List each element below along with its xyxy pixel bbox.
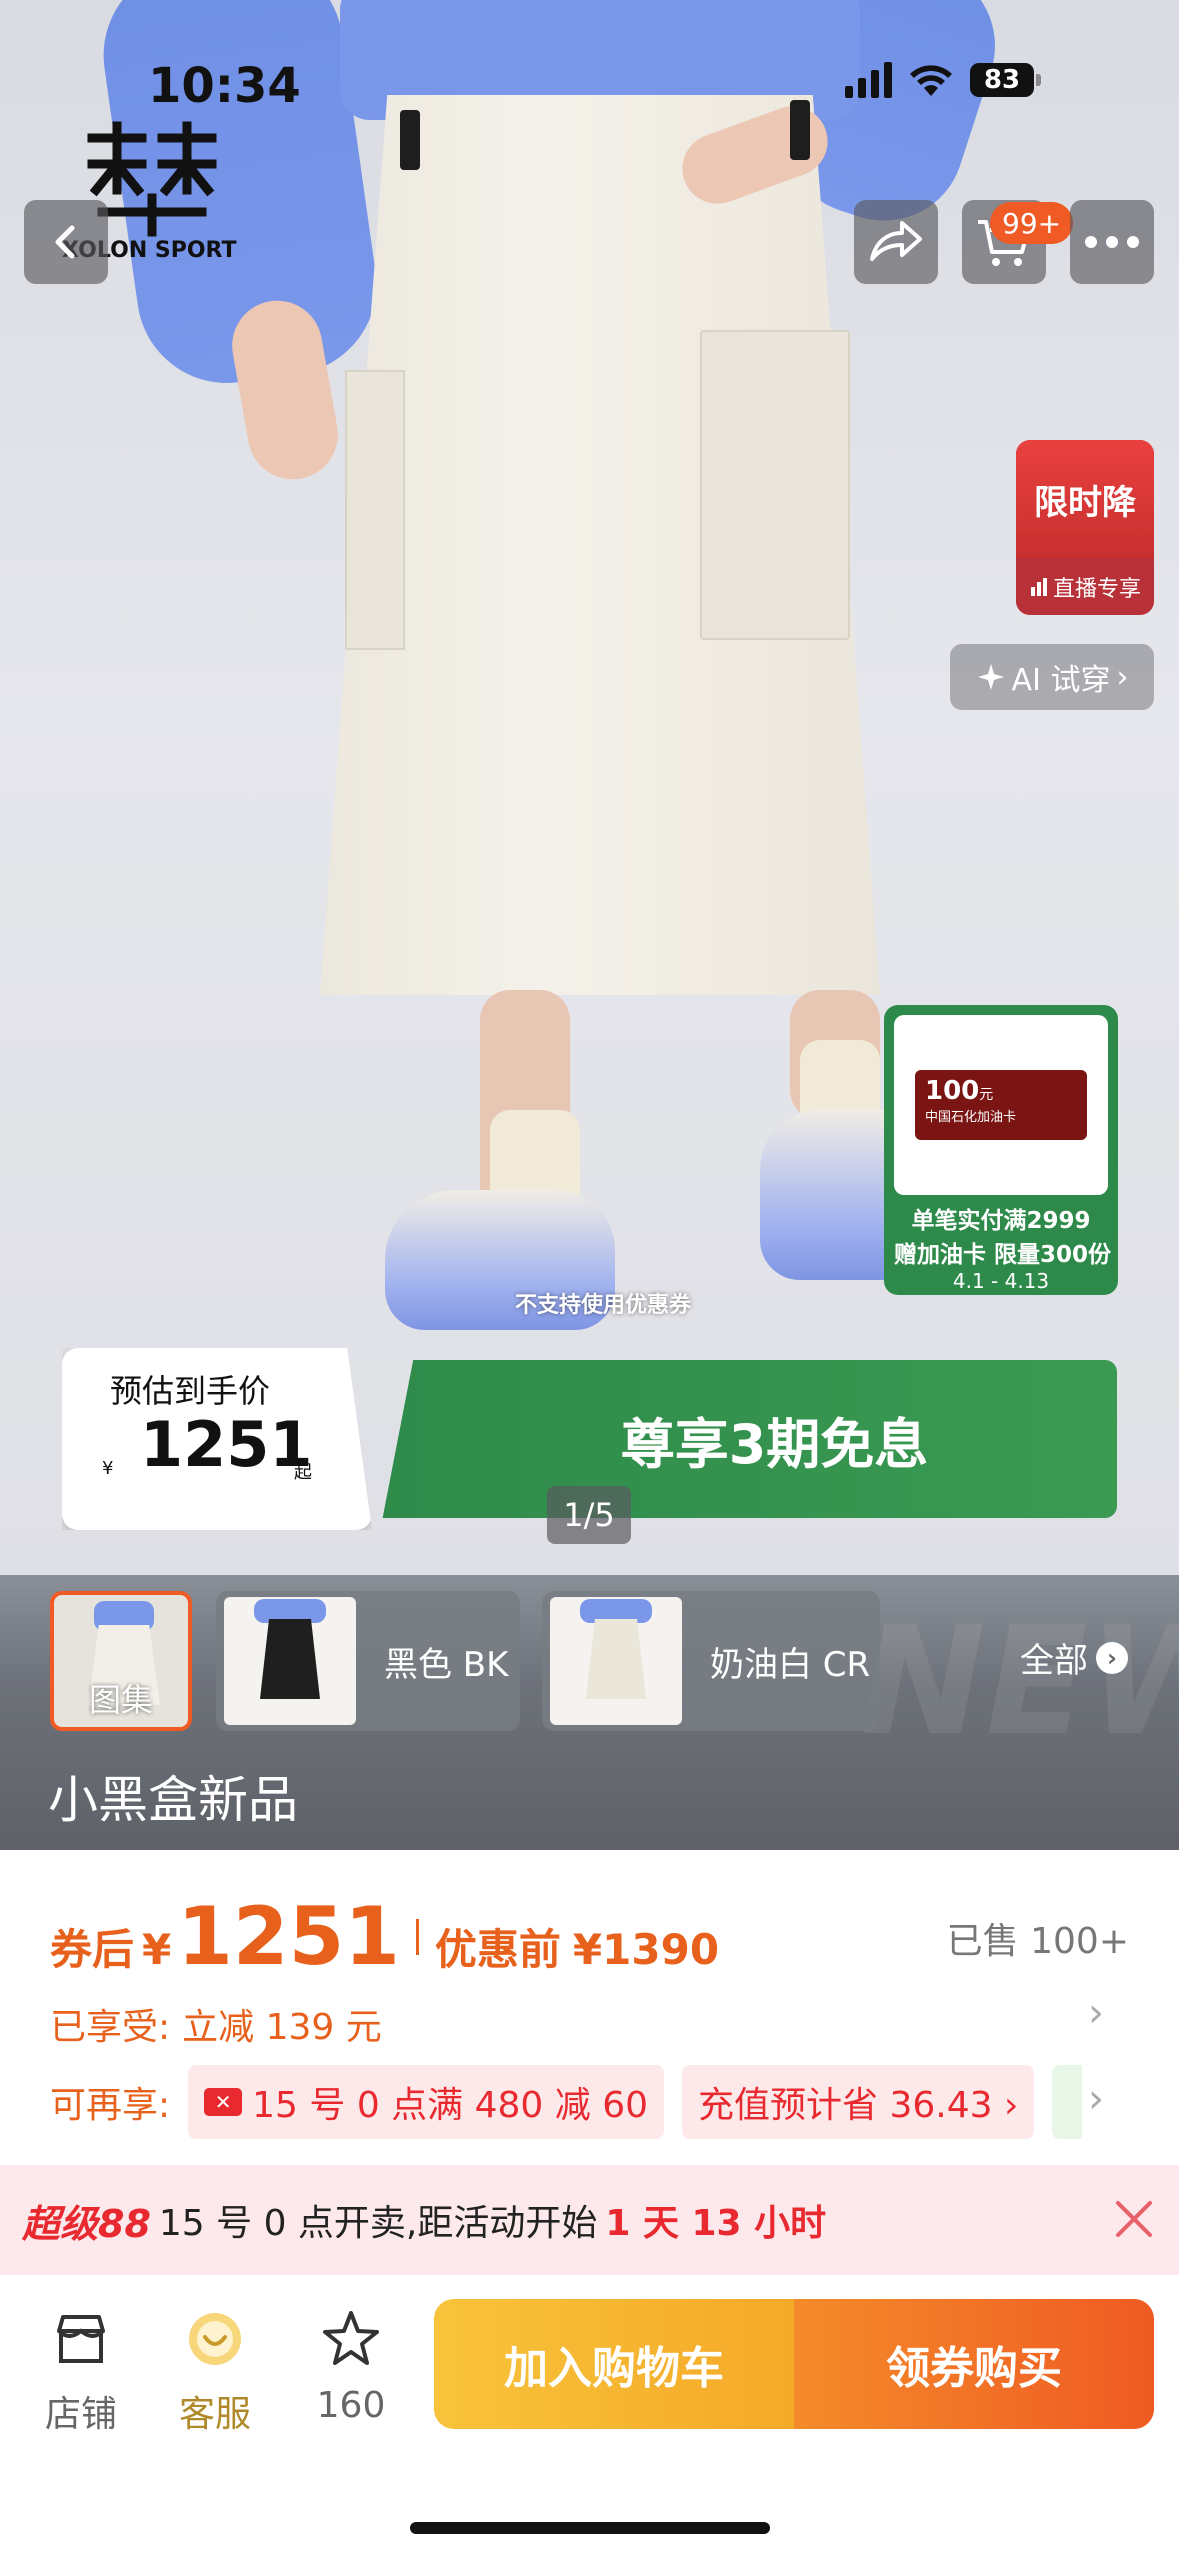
sold-count: 已售 100+	[946, 1921, 1129, 1962]
fuel-card-brand: 中国石化加油卡	[925, 1110, 1017, 1125]
variant-thumbnail	[224, 1597, 356, 1725]
variant-label: 奶油白 CR	[710, 1644, 871, 1685]
price-row: 券后 ¥ 1251 优惠前 ¥1390	[50, 1890, 719, 1983]
buy-with-coupon-button[interactable]: 领券购买	[794, 2299, 1154, 2429]
coupon-chip[interactable]: ✕ 15 号 0 点满 480 减 60	[188, 2065, 665, 2139]
customer-service-label: 客服	[178, 2394, 251, 2435]
promo-dates: 4.1 - 4.13	[952, 1269, 1050, 1293]
recharge-savings-chip[interactable]: 充值预计省 36.43 ›	[682, 2065, 1035, 2139]
variant-label: 黑色 BK	[384, 1644, 509, 1685]
gallery-item-album[interactable]: 图集	[50, 1591, 192, 1731]
installment-banner: 尊享3期免息	[382, 1360, 1117, 1518]
share-icon	[870, 221, 922, 261]
home-indicator	[410, 2522, 770, 2534]
event-text: 15 号 0 点开卖,距活动开始	[158, 2203, 598, 2244]
more-discounts-row: 可再享: ✕ 15 号 0 点满 480 减 60 充值预计省 36.43 ›	[50, 2065, 1083, 2139]
color-variant-cream[interactable]: 奶油白 CR	[542, 1591, 880, 1731]
share-button[interactable]	[854, 200, 938, 284]
product-hero-image[interactable]: 不支持使用优惠券 10:34 83 XOLON SPORT 99+ 限时降 直播…	[0, 0, 1179, 1575]
before-discount-label: 优惠前	[434, 1925, 561, 1974]
close-icon[interactable]	[1110, 2195, 1158, 2243]
customer-service-icon	[189, 2313, 241, 2365]
gallery-item-label: 图集	[88, 1681, 153, 1719]
fuel-card-amount-unit: 元	[979, 1087, 994, 1103]
flash-sale-badge[interactable]: 限时降 直播专享	[1016, 440, 1154, 615]
estimate-price-currency: ¥	[102, 1458, 114, 1479]
price-section: 券后 ¥ 1251 优惠前 ¥1390 已售 100+ 已享受: 立减 139 元…	[0, 1850, 1179, 2165]
shop-label: 店铺	[44, 2394, 117, 2435]
store-icon	[57, 2315, 105, 2363]
add-to-cart-button[interactable]: 加入购物车	[434, 2299, 794, 2429]
more-options-button[interactable]	[1070, 200, 1154, 284]
skirt-pocket-right	[700, 330, 850, 640]
live-bars-icon	[1030, 577, 1047, 596]
ai-try-on-label: AI 试穿	[1011, 663, 1111, 698]
enjoyed-discount-row[interactable]: 已享受: 立减 139 元	[50, 1998, 382, 2050]
after-coupon-label: 券后	[50, 1925, 135, 1974]
ai-try-on-button[interactable]: AI 试穿 ›	[950, 644, 1154, 710]
estimate-price-card: 预估到手价 ¥ 1251 起	[62, 1348, 372, 1530]
bottom-action-bar: 店铺 客服 160 加入购物车 领券购买	[0, 2275, 1179, 2556]
enjoyed-value: 立减 139 元	[182, 2007, 382, 2048]
cellular-signal-icon	[845, 62, 892, 98]
flash-sale-title: 限时降	[1034, 482, 1136, 523]
fuel-card-amount: 100	[925, 1076, 980, 1106]
variant-thumbnail	[550, 1597, 682, 1725]
color-variant-black[interactable]: 黑色 BK	[216, 1591, 520, 1731]
new-watermark: NEW	[860, 1595, 1179, 1769]
installment-text: 尊享3期免息	[620, 1412, 929, 1476]
chevron-right-circle-icon: ›	[1096, 1641, 1128, 1674]
skirt-buckle-left	[400, 110, 420, 170]
after-coupon-currency: ¥	[142, 1925, 172, 1974]
skirt-pocket-left	[345, 370, 405, 650]
skirt-buckle-right	[790, 100, 810, 160]
estimate-price-label: 预估到手价	[110, 1372, 271, 1410]
status-icons: 83	[845, 62, 1041, 98]
favorite-button[interactable]: 160	[296, 2307, 406, 2426]
estimate-price-value: 1251	[140, 1408, 313, 1481]
more-chip-peek[interactable]	[1052, 2065, 1083, 2139]
coupon-chip-text: 15 号 0 点满 480 减 60	[252, 2085, 649, 2126]
sparkle-icon	[977, 664, 1004, 690]
view-all-label: 全部	[1020, 1641, 1088, 1681]
battery-icon: 83	[970, 63, 1041, 97]
before-discount-price: ¥1390	[572, 1925, 720, 1974]
collection-title: 小黑盒新品	[48, 1771, 298, 1829]
coupon-icon: ✕	[204, 2088, 243, 2116]
estimate-price-suffix: 起	[294, 1462, 312, 1483]
gallery-strip: NEW 图集 黑色 BK 奶油白 CR 全部 › 小黑盒新品	[0, 1575, 1179, 1850]
super88-logo: 超级88	[22, 2201, 151, 2246]
price-divider	[415, 1918, 419, 1955]
no-coupon-note: 不支持使用优惠券	[515, 1293, 692, 1318]
event-countdown-bar[interactable]: 超级88 15 号 0 点开卖,距活动开始 1 天 13 小时	[0, 2165, 1179, 2275]
image-pager: 1/5	[547, 1486, 631, 1544]
view-all-button[interactable]: 全部 ›	[1020, 1633, 1128, 1682]
status-time: 10:34	[148, 58, 301, 114]
recharge-chip-text: 充值预计省 36.43 ›	[698, 2085, 1019, 2126]
wifi-icon	[910, 65, 952, 96]
shop-button[interactable]: 店铺	[26, 2307, 136, 2437]
battery-level: 83	[970, 63, 1034, 97]
more-discounts-label: 可再享:	[50, 2085, 171, 2126]
enjoyed-label: 已享受:	[50, 2007, 171, 2048]
chevron-right-icon[interactable]: ›	[1088, 2076, 1104, 2122]
flash-sale-subtitle: 直播专享	[1052, 576, 1141, 602]
event-countdown: 1 天 13 小时	[605, 2203, 827, 2244]
chevron-right-icon: ›	[1088, 1990, 1104, 2036]
chevron-left-icon	[55, 225, 75, 259]
star-icon	[323, 2311, 379, 2365]
promo-gift: 赠加油卡 限量300份	[894, 1242, 1112, 1268]
promo-condition: 单笔实付满2999	[911, 1208, 1091, 1234]
fuel-card-promo[interactable]: 100元 中国石化加油卡 单笔实付满2999 赠加油卡 限量300份 4.1 -…	[884, 1005, 1118, 1295]
customer-service-button[interactable]: 客服	[160, 2307, 270, 2437]
back-button[interactable]	[24, 200, 108, 284]
fuel-card-image: 100元 中国石化加油卡	[894, 1015, 1108, 1195]
more-dots-icon	[1085, 236, 1139, 248]
favorite-count: 160	[316, 2385, 386, 2426]
chevron-right-icon: ›	[1116, 659, 1129, 695]
after-coupon-price: 1251	[177, 1890, 400, 1983]
cart-count-badge: 99+	[990, 202, 1074, 244]
